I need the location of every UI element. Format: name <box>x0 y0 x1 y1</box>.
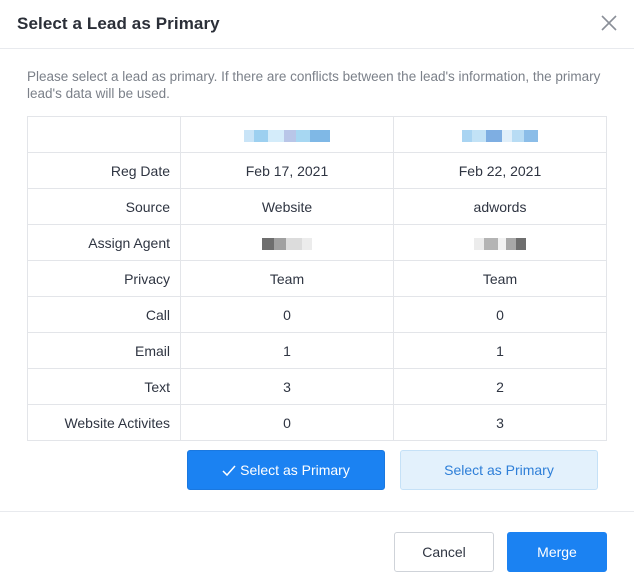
merge-button[interactable]: Merge <box>507 532 607 572</box>
row-label: Call <box>27 296 181 333</box>
row-label: Email <box>27 332 181 369</box>
lead-comparison-table: Reg Date Feb 17, 2021 Feb 22, 2021 Sourc… <box>27 116 607 441</box>
lead-a-value: 1 <box>180 332 394 369</box>
table-row: Source Website adwords <box>27 188 607 225</box>
select-a-label: Select as Primary <box>240 462 350 478</box>
table-header-row <box>27 116 607 153</box>
dialog-title: Select a Lead as Primary <box>17 14 220 33</box>
table-row: Assign Agent <box>27 224 607 261</box>
lead-a-name <box>180 116 394 153</box>
cancel-button[interactable]: Cancel <box>394 532 494 572</box>
lead-a-value: 0 <box>180 296 394 333</box>
lead-b-value: 1 <box>393 332 607 369</box>
select-lead-a-primary-button[interactable]: Select as Primary <box>187 450 385 490</box>
table-row: Reg Date Feb 17, 2021 Feb 22, 2021 <box>27 152 607 189</box>
lead-b-value: 0 <box>393 296 607 333</box>
check-icon <box>222 465 236 477</box>
table-row: Email 1 1 <box>27 332 607 369</box>
table-row: Website Activites 0 3 <box>27 404 607 441</box>
dialog-header: Select a Lead as Primary <box>0 0 634 49</box>
redacted-agent <box>262 235 312 251</box>
select-b-label: Select as Primary <box>444 462 554 478</box>
close-button[interactable] <box>598 12 620 34</box>
lead-b-value: 2 <box>393 368 607 405</box>
table-row: Privacy Team Team <box>27 260 607 297</box>
footer-divider <box>0 511 634 512</box>
lead-b-value: Team <box>393 260 607 297</box>
lead-a-value: 3 <box>180 368 394 405</box>
redacted-agent <box>474 235 526 251</box>
lead-a-value: Feb 17, 2021 <box>180 152 394 189</box>
merge-leads-dialog: Select a Lead as Primary Please select a… <box>0 0 634 586</box>
lead-b-name <box>393 116 607 153</box>
redacted-name <box>244 127 330 143</box>
header-empty-cell <box>27 116 181 153</box>
dialog-description: Please select a lead as primary. If ther… <box>27 69 601 101</box>
cancel-label: Cancel <box>422 544 466 560</box>
row-label: Privacy <box>27 260 181 297</box>
table-row: Text 3 2 <box>27 368 607 405</box>
row-label: Reg Date <box>27 152 181 189</box>
close-icon <box>601 15 617 31</box>
lead-b-value: adwords <box>393 188 607 225</box>
lead-a-value: 0 <box>180 404 394 441</box>
merge-label: Merge <box>537 544 577 560</box>
lead-a-value: Website <box>180 188 394 225</box>
lead-b-value: Feb 22, 2021 <box>393 152 607 189</box>
table-row: Call 0 0 <box>27 296 607 333</box>
row-label: Source <box>27 188 181 225</box>
lead-b-value: 3 <box>393 404 607 441</box>
lead-a-agent <box>180 224 394 261</box>
lead-a-value: Team <box>180 260 394 297</box>
lead-b-agent <box>393 224 607 261</box>
row-label: Website Activites <box>27 404 181 441</box>
select-lead-b-primary-button[interactable]: Select as Primary <box>400 450 598 490</box>
row-label: Assign Agent <box>27 224 181 261</box>
row-label: Text <box>27 368 181 405</box>
redacted-name <box>462 127 538 143</box>
